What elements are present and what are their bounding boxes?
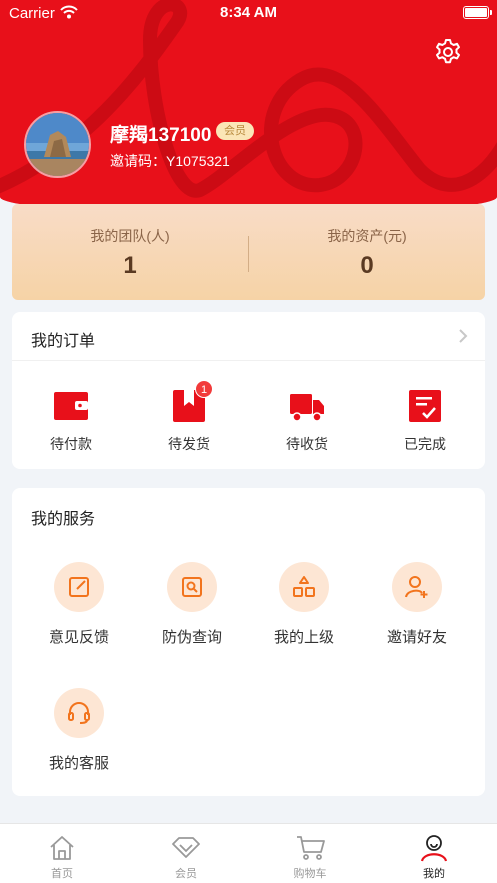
stats-card: 我的团队(人) 1 我的资产(元) 0 — [12, 204, 485, 300]
tab-cart[interactable]: 购物车 — [248, 824, 372, 883]
search-document-icon — [182, 577, 202, 597]
status-bar: Carrier 8:34 AM — [0, 0, 497, 26]
tab-home[interactable]: 首页 — [0, 824, 124, 883]
tab-member-label: 会员 — [175, 868, 197, 880]
member-badge: 会员 — [216, 122, 254, 140]
service-customer-support[interactable]: 我的客服 — [20, 688, 138, 773]
shipment-count-badge: 1 — [195, 380, 213, 398]
service-invite-friends-label: 邀请好友 — [386, 629, 447, 646]
stat-team[interactable]: 我的团队(人) 1 — [12, 204, 248, 300]
checklist-icon — [409, 390, 441, 422]
service-superior[interactable]: 我的上级 — [245, 562, 363, 647]
username: 摩羯137100 — [110, 125, 212, 146]
service-anti-counterfeit[interactable]: 防伪查询 — [133, 562, 251, 647]
chevron-right-icon[interactable] — [457, 329, 469, 343]
stat-team-label: 我的团队(人) — [90, 228, 170, 244]
home-icon — [50, 836, 74, 860]
order-pending-payment[interactable]: 待付款 — [12, 388, 130, 454]
service-invite-friends[interactable]: 邀请好友 — [358, 562, 476, 647]
stat-team-value: 1 — [123, 252, 137, 279]
services-card: 我的服务 意见反馈 防伪查询 我的上级 邀请好友 我的客服 — [12, 488, 485, 796]
headset-icon — [68, 702, 90, 724]
service-customer-support-label: 我的客服 — [48, 755, 109, 772]
user-icon — [420, 835, 448, 862]
diamond-icon — [172, 837, 200, 858]
stat-assets-label: 我的资产(元) — [327, 228, 407, 244]
profile-header: Carrier 8:34 AM 摩羯137100 会员 邀请码：Y1075321 — [0, 0, 497, 215]
tab-member[interactable]: 会员 — [124, 824, 248, 883]
stat-assets-value: 0 — [360, 252, 374, 279]
wallet-icon — [54, 392, 88, 420]
service-feedback-label: 意见反馈 — [48, 629, 109, 646]
orders-divider — [12, 360, 485, 361]
tab-mine[interactable]: 我的 — [372, 824, 496, 883]
service-superior-label: 我的上级 — [273, 629, 334, 646]
cart-icon — [297, 836, 325, 860]
order-pending-payment-label: 待付款 — [50, 436, 92, 452]
hierarchy-icon — [293, 576, 315, 597]
service-feedback[interactable]: 意见反馈 — [20, 562, 138, 647]
truck-icon — [290, 394, 324, 422]
tab-mine-label: 我的 — [423, 868, 445, 880]
tab-cart-label: 购物车 — [293, 868, 327, 880]
status-time: 8:34 AM — [220, 4, 277, 21]
service-anti-counterfeit-label: 防伪查询 — [161, 629, 222, 646]
bottom-tab-bar: 首页 会员 购物车 我的 — [0, 823, 497, 883]
add-user-icon — [405, 576, 428, 598]
order-pending-shipment-label: 待发货 — [168, 436, 210, 452]
invite-code: 邀请码：Y1075321 — [110, 153, 230, 169]
stat-assets[interactable]: 我的资产(元) 0 — [249, 204, 485, 300]
tab-home-label: 首页 — [51, 868, 73, 880]
order-completed[interactable]: 已完成 — [366, 388, 484, 454]
edit-icon — [69, 577, 89, 597]
services-title: 我的服务 — [31, 511, 96, 528]
gear-icon[interactable] — [433, 37, 463, 67]
battery-icon — [463, 6, 492, 19]
order-completed-label: 已完成 — [404, 436, 446, 452]
order-pending-receipt[interactable]: 待收货 — [248, 388, 366, 454]
decorative-swirl — [0, 0, 497, 198]
avatar[interactable] — [24, 111, 91, 178]
order-pending-receipt-label: 待收货 — [286, 436, 328, 452]
orders-card: 我的订单 待付款 1 待发货 待收货 已完成 — [12, 312, 485, 469]
order-pending-shipment[interactable]: 1 待发货 — [130, 380, 248, 454]
orders-title: 我的订单 — [31, 333, 96, 350]
